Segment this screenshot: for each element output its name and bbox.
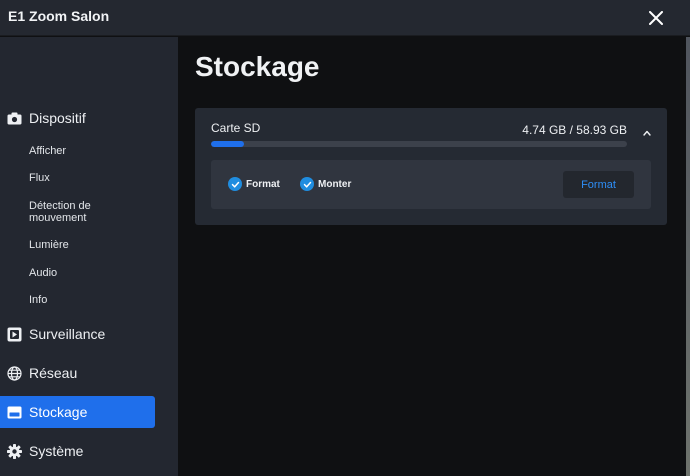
gear-icon [7, 443, 22, 459]
sidebar: Dispositif Afficher Flux Détection de mo… [0, 37, 178, 476]
format-checkbox-label: Format [246, 178, 280, 190]
sd-card-panel: Carte SD 4.74 GB / 58.93 GB Format Monte… [195, 108, 667, 225]
close-icon [649, 11, 663, 25]
sidebar-subitem-audio[interactable]: Audio [29, 267, 57, 279]
format-button[interactable]: Format [563, 171, 634, 198]
format-checkbox[interactable]: Format [228, 177, 280, 191]
storage-icon [7, 405, 22, 420]
sidebar-subitem-lumiere[interactable]: Lumière [29, 239, 69, 251]
sidebar-subitem-afficher[interactable]: Afficher [29, 145, 66, 157]
sidebar-item-reseau[interactable]: Réseau [0, 357, 155, 389]
app-title: E1 Zoom Salon [8, 8, 110, 24]
globe-icon [7, 365, 22, 381]
chevron-up-icon [643, 130, 651, 136]
check-icon [228, 177, 242, 191]
sidebar-item-label: Réseau [29, 365, 78, 381]
close-button[interactable] [642, 4, 670, 32]
sd-card-label: Carte SD [211, 121, 261, 135]
sidebar-item-label: Stockage [29, 404, 88, 420]
sidebar-item-label: Système [29, 443, 84, 459]
window-edge [686, 37, 690, 476]
mount-checkbox-label: Monter [318, 178, 352, 190]
sidebar-item-stockage[interactable]: Stockage [0, 396, 155, 428]
camera-icon [7, 111, 22, 126]
sidebar-subitem-info[interactable]: Info [29, 294, 47, 306]
title-bar: E1 Zoom Salon [0, 0, 690, 36]
page-title: Stockage [195, 51, 320, 82]
mount-checkbox[interactable]: Monter [300, 177, 351, 191]
collapse-button[interactable] [641, 126, 653, 138]
storage-progress-fill [211, 141, 245, 147]
main-content: Stockage Carte SD 4.74 GB / 58.93 GB For… [178, 37, 690, 476]
check-icon [300, 177, 314, 191]
sidebar-item-label: Dispositif [29, 110, 86, 126]
storage-progress-bar [211, 141, 627, 147]
storage-usage: 4.74 GB / 58.93 GB [522, 123, 627, 137]
sidebar-item-surveillance[interactable]: Surveillance [0, 318, 155, 350]
surveillance-icon [7, 327, 22, 342]
sidebar-subitem-detection[interactable]: Détection de mouvement [29, 200, 129, 224]
sidebar-item-dispositif[interactable]: Dispositif [0, 102, 155, 134]
sidebar-subitem-flux[interactable]: Flux [29, 172, 50, 184]
sd-options-panel: Format Monter Format [211, 160, 651, 209]
sidebar-item-label: Surveillance [29, 326, 106, 342]
sidebar-item-systeme[interactable]: Système [0, 435, 155, 467]
